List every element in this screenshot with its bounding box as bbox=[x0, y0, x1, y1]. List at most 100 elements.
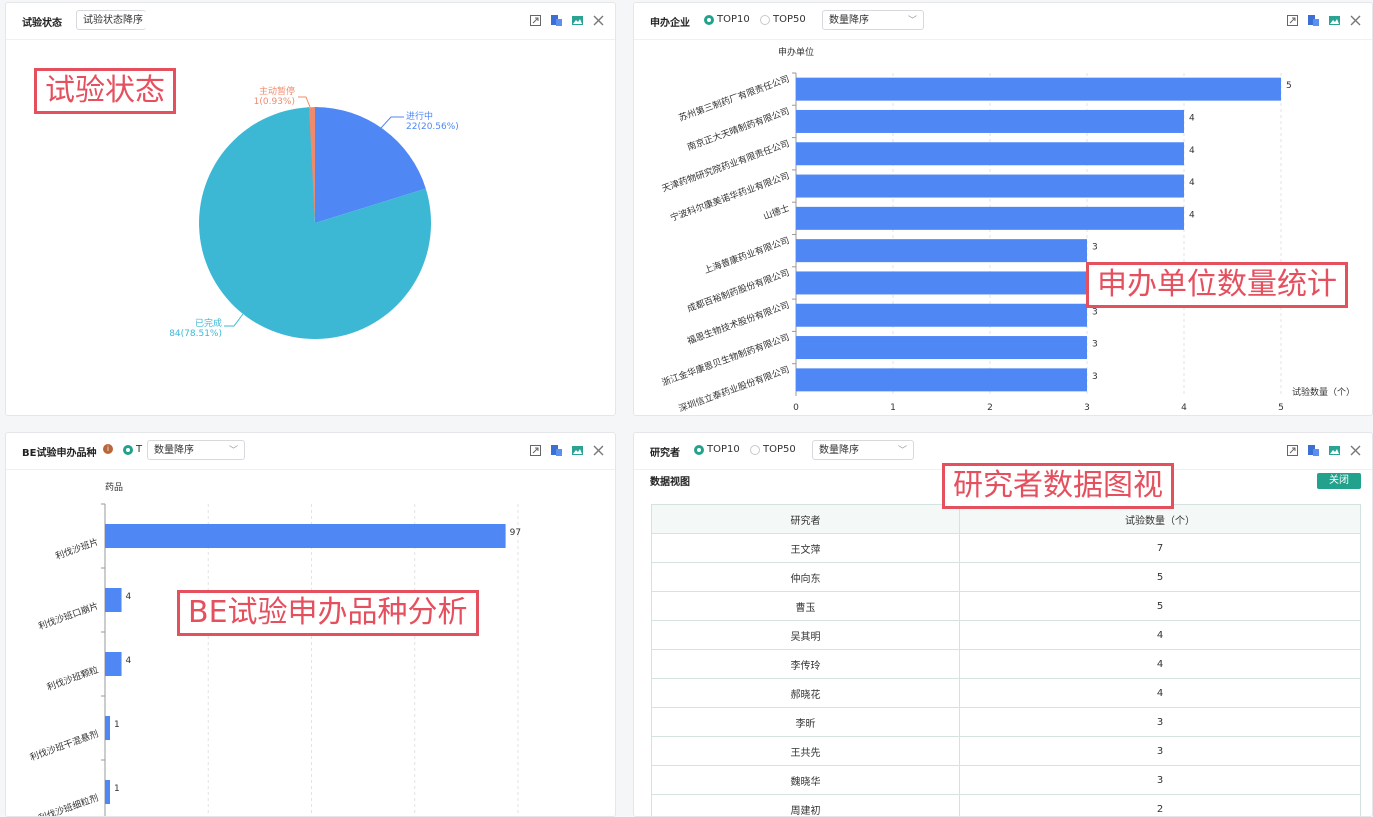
bar-value-label: 4 bbox=[1189, 146, 1195, 156]
bar-value-label: 1 bbox=[114, 720, 120, 730]
data-view-icon[interactable] bbox=[550, 12, 563, 26]
toolbox bbox=[1286, 12, 1362, 26]
close-icon[interactable] bbox=[592, 12, 605, 26]
bar[interactable] bbox=[105, 780, 110, 804]
close-icon[interactable] bbox=[592, 442, 605, 456]
bar[interactable] bbox=[105, 588, 122, 612]
bar[interactable] bbox=[796, 336, 1087, 360]
bar[interactable] bbox=[796, 174, 1184, 198]
researcher-sort-select[interactable]: 数量降序 ﹀ bbox=[812, 440, 914, 460]
cell-researcher: 李昕 bbox=[651, 707, 960, 737]
bar-value-label: 3 bbox=[1092, 307, 1098, 317]
info-icon[interactable]: i bbox=[103, 444, 113, 454]
data-view-icon[interactable] bbox=[1307, 12, 1320, 26]
radio-top50[interactable]: TOP50 bbox=[760, 14, 806, 25]
y-category-label: 利伐沙班细粒剂 bbox=[37, 792, 100, 817]
radio-top10-label: T bbox=[136, 444, 143, 455]
table-row: 周建初 2 bbox=[651, 794, 1361, 816]
be-sort-select-value: 数量降序 bbox=[154, 445, 194, 456]
radio-dot-checked bbox=[704, 14, 714, 25]
y-category-label: 山德士 bbox=[762, 202, 791, 223]
cell-researcher: 曹玉 bbox=[651, 591, 960, 621]
toolbox bbox=[529, 12, 605, 26]
save-image-icon[interactable] bbox=[1328, 12, 1341, 25]
close-icon[interactable] bbox=[1349, 12, 1362, 26]
cell-researcher: 王共先 bbox=[651, 736, 960, 766]
researcher-table: 研究者 试验数量（个） 王文萍 7 仲向东 5 曹玉 5 吴其明 4 李传玲 4 郝晓花 4 李昕 3 王共… bbox=[651, 504, 1361, 816]
bar-value-label: 4 bbox=[1189, 178, 1195, 188]
y-category-label: 利伐沙班颗粒 bbox=[45, 664, 100, 694]
be-panel-header: BE试验申办品种 i T 数量降序 ﹀ bbox=[6, 433, 615, 470]
cell-count: 2 bbox=[959, 794, 1361, 816]
bar[interactable] bbox=[796, 239, 1087, 263]
fullscreen-icon[interactable] bbox=[529, 12, 542, 26]
status-panel-title: 试验状态 bbox=[22, 18, 62, 29]
cell-count: 3 bbox=[959, 765, 1361, 795]
bar[interactable] bbox=[796, 368, 1087, 392]
cell-count: 4 bbox=[959, 678, 1361, 708]
be-panel-title: BE试验申办品种 bbox=[22, 448, 97, 459]
bar[interactable] bbox=[796, 77, 1281, 101]
y-category-label: 利伐沙班口崩片 bbox=[37, 600, 100, 633]
radio-top10-label: TOP10 bbox=[707, 444, 740, 455]
table-row: 魏晓华 3 bbox=[651, 765, 1361, 795]
radio-top10[interactable]: TOP10 bbox=[704, 14, 750, 25]
x-tick-label: 1 bbox=[890, 403, 896, 413]
label-completed-name: 已完成 bbox=[195, 317, 222, 329]
status-callout: 试验状态 bbox=[34, 68, 176, 114]
bar[interactable] bbox=[105, 524, 506, 548]
x-axis-name: 试验数量（个） bbox=[1292, 386, 1355, 398]
bar[interactable] bbox=[796, 271, 1087, 295]
bar[interactable] bbox=[796, 303, 1087, 327]
table-row: 李昕 3 bbox=[651, 707, 1361, 737]
fullscreen-icon[interactable] bbox=[529, 442, 542, 456]
toolbox bbox=[1286, 442, 1362, 456]
status-panel-header: 试验状态 试验状态降序 bbox=[6, 3, 615, 40]
data-view-icon[interactable] bbox=[1307, 442, 1320, 456]
bar[interactable] bbox=[796, 206, 1184, 230]
close-data-view-button[interactable]: 关闭 bbox=[1317, 473, 1361, 489]
status-panel: 试验状态 试验状态降序 主动暂停 1(0.93%) 进行中 22(20.56%)… bbox=[5, 2, 616, 416]
close-icon[interactable] bbox=[1349, 442, 1362, 456]
cell-researcher: 李传玲 bbox=[651, 649, 960, 679]
sponsor-sort-select[interactable]: 数量降序 ﹀ bbox=[822, 10, 924, 30]
bar[interactable] bbox=[105, 652, 122, 676]
radio-top50-label: TOP50 bbox=[773, 14, 806, 25]
sponsor-sort-select-value: 数量降序 bbox=[829, 15, 869, 26]
save-image-icon[interactable] bbox=[1328, 442, 1341, 455]
x-tick-label: 2 bbox=[987, 403, 993, 413]
table-row: 吴其明 4 bbox=[651, 620, 1361, 650]
y-axis-name: 药品 bbox=[105, 482, 123, 493]
bar[interactable] bbox=[796, 142, 1184, 166]
fullscreen-icon[interactable] bbox=[1286, 442, 1299, 456]
status-sort-select-value: 试验状态降序 bbox=[83, 15, 143, 26]
researcher-panel: 研究者 TOP10 TOP50 数量降序 ﹀ 数据视图 关闭 研究者 试验数量（个… bbox=[633, 432, 1373, 817]
x-tick-label: 0 bbox=[793, 403, 799, 413]
cell-count: 3 bbox=[959, 736, 1361, 766]
y-category-label: 利伐沙班干混悬剂 bbox=[28, 728, 100, 764]
bar-value-label: 4 bbox=[126, 592, 132, 602]
data-view-icon[interactable] bbox=[550, 442, 563, 456]
be-panel: BE试验申办品种 i T 数量降序 ﹀ 药品 97 利伐沙班片 4 利伐沙班口崩片 4 利伐沙… bbox=[5, 432, 616, 817]
cell-researcher: 仲向东 bbox=[651, 562, 960, 592]
radio-top50[interactable]: TOP50 bbox=[750, 444, 796, 455]
save-image-icon[interactable] bbox=[571, 12, 584, 25]
save-image-icon[interactable] bbox=[571, 442, 584, 455]
be-sort-select[interactable]: 数量降序 ﹀ bbox=[147, 440, 245, 460]
bar[interactable] bbox=[796, 109, 1184, 133]
status-sort-select[interactable]: 试验状态降序 bbox=[76, 10, 146, 30]
fullscreen-icon[interactable] bbox=[1286, 12, 1299, 26]
cell-count: 7 bbox=[959, 533, 1361, 563]
radio-top10[interactable]: T bbox=[123, 444, 142, 455]
label-paused-value: 1(0.93%) bbox=[254, 97, 295, 107]
radio-top10[interactable]: TOP10 bbox=[694, 444, 740, 455]
data-view-label: 数据视图 bbox=[650, 477, 690, 488]
table-row: 郝晓花 4 bbox=[651, 678, 1361, 708]
label-inprogress-name: 进行中 bbox=[406, 110, 433, 122]
bar[interactable] bbox=[105, 716, 110, 740]
radio-top50-label: TOP50 bbox=[763, 444, 796, 455]
chevron-down-icon: ﹀ bbox=[897, 446, 907, 456]
radio-dot-checked bbox=[694, 444, 704, 455]
radio-dot bbox=[760, 14, 770, 25]
table-row: 王共先 3 bbox=[651, 736, 1361, 766]
